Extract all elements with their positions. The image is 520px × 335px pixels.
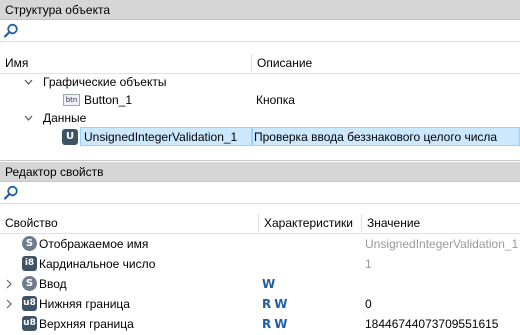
tree-node-description: Проверка ввода беззнакового целого числа: [254, 130, 498, 144]
access-characteristics: RW: [262, 297, 291, 311]
chevron-right-icon[interactable]: [6, 279, 12, 289]
search-icon[interactable]: [3, 185, 19, 201]
property-name: Ввод: [39, 277, 67, 291]
property-name: Отображаемое имя: [39, 237, 149, 251]
property-value[interactable]: 18446744073709551615: [365, 314, 498, 334]
button-icon: btn: [63, 94, 80, 106]
property-editor-search-input[interactable]: [22, 184, 512, 202]
property-editor-header: Свойство Характеристики Значение: [0, 212, 520, 234]
tree-node-button-1[interactable]: btn Button_1 Кнопка: [0, 91, 520, 109]
property-value[interactable]: UnsignedIntegerValidation_1: [365, 234, 518, 254]
tree-node-graphic-objects[interactable]: Графические объекты: [0, 73, 520, 91]
string-type-icon: S: [22, 276, 37, 291]
tree-node-label: Данные: [43, 111, 87, 125]
column-header-name[interactable]: Имя: [0, 52, 28, 74]
object-structure-title: Структура объекта: [0, 0, 520, 20]
uint8-type-icon: u8: [22, 316, 37, 331]
string-type-icon: S: [22, 236, 37, 251]
object-structure-search-bar: [0, 20, 520, 42]
int8-type-icon: i8: [22, 256, 37, 271]
property-row-input[interactable]: S Ввод W: [0, 274, 520, 294]
expanded-arrow-icon[interactable]: [24, 78, 33, 86]
unsigned-validation-icon: U: [62, 129, 78, 145]
property-name: Кардинальное число: [39, 257, 156, 271]
property-name: Верхняя граница: [39, 317, 134, 331]
tree-node-label: Button_1: [84, 93, 133, 107]
tree-node-label: UnsignedIntegerValidation_1: [84, 130, 238, 144]
uint8-type-icon: u8: [22, 296, 37, 311]
object-structure-header: Имя Описание: [0, 52, 520, 74]
column-header-characteristics[interactable]: Характеристики: [259, 212, 353, 234]
property-editor-search-bar: [0, 182, 520, 204]
property-row-cardinality[interactable]: i8 Кардинальное число 1: [0, 254, 520, 274]
tree-node-data[interactable]: Данные: [0, 109, 520, 127]
access-characteristics: RW: [262, 317, 291, 331]
column-header-description[interactable]: Описание: [252, 52, 312, 74]
tree-node-label: Графические объекты: [43, 75, 167, 89]
chevron-right-icon[interactable]: [6, 299, 12, 309]
column-header-value[interactable]: Значение: [362, 212, 420, 234]
panel-splitter[interactable]: [0, 160, 520, 161]
object-structure-search-input[interactable]: [22, 22, 512, 40]
tree-node-description: Кнопка: [256, 93, 295, 107]
property-row-display-name[interactable]: S Отображаемое имя UnsignedIntegerValida…: [0, 234, 520, 254]
expanded-arrow-icon[interactable]: [24, 114, 33, 122]
tree-node-unsigned-integer-validation-1[interactable]: U UnsignedIntegerValidation_1 Проверка в…: [0, 127, 520, 146]
search-icon[interactable]: [3, 23, 19, 39]
column-header-property[interactable]: Свойство: [0, 212, 58, 234]
property-value[interactable]: 1: [365, 254, 372, 274]
property-row-upper-bound[interactable]: u8 Верхняя граница RW 184467440737095516…: [0, 314, 520, 334]
property-name: Нижняя граница: [39, 297, 130, 311]
property-value[interactable]: 0: [365, 294, 372, 314]
access-characteristics: W: [262, 277, 279, 291]
property-editor-title: Редактор свойств: [0, 162, 520, 182]
property-row-lower-bound[interactable]: u8 Нижняя граница RW 0: [0, 294, 520, 314]
